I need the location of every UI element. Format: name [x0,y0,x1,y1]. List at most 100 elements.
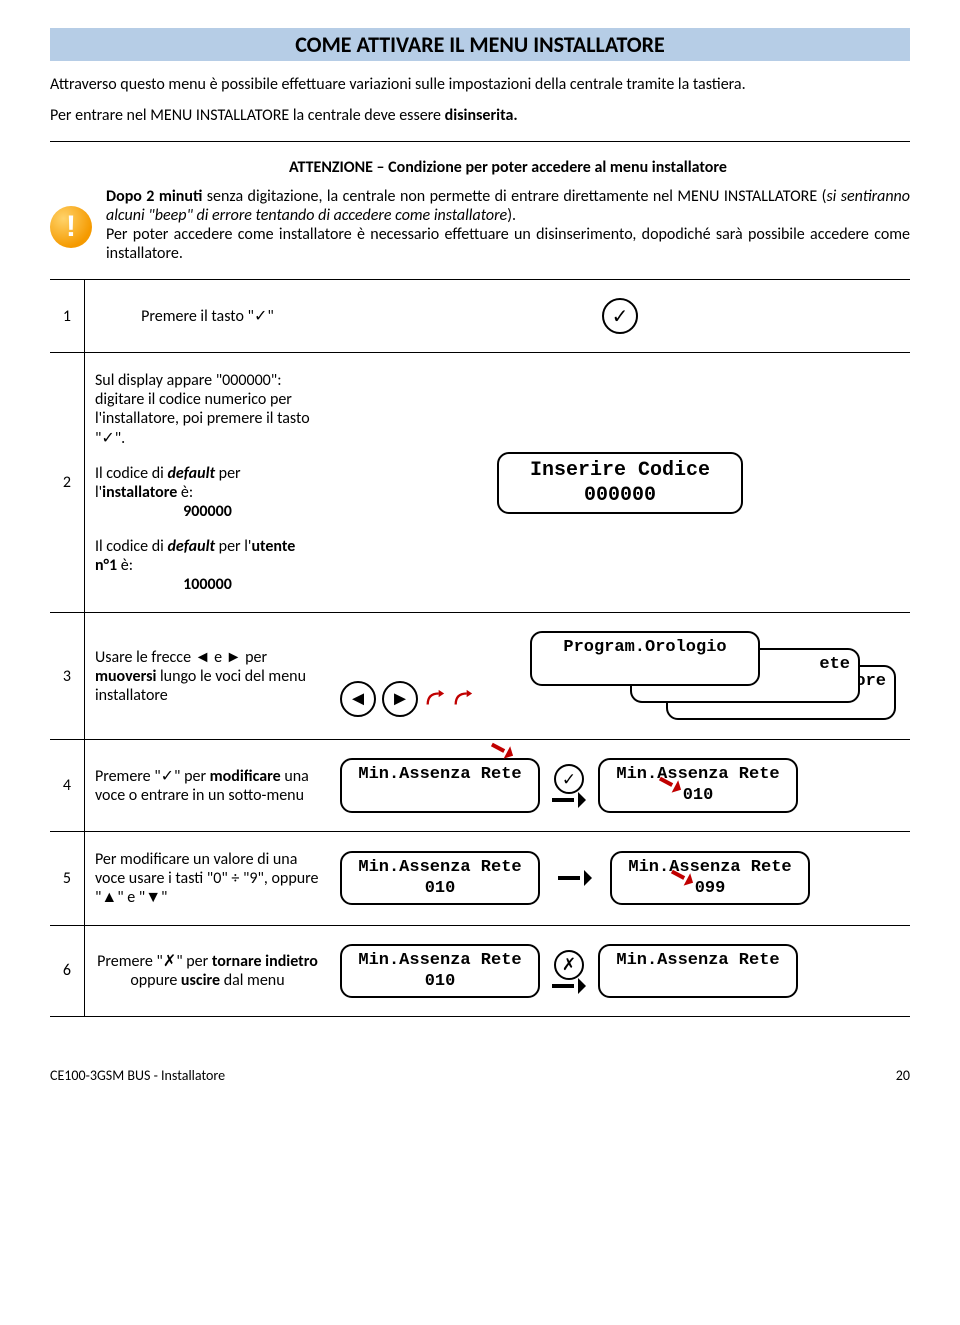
lcd-line2: 010 [608,785,788,806]
page-title: COME ATTIVARE IL MENU INSTALLATORE [50,28,910,61]
warning-icon [50,206,92,248]
warn-p1b: senza digitazione, la centrale non perme… [202,187,826,206]
warn-p1d: ). [507,206,516,225]
step-number: 5 [50,831,84,925]
lcd-line2: 010 [350,878,530,899]
table-row: 3 Usare le frecce ◄ e ► per muoversi lun… [50,613,910,740]
txt: è: [117,556,133,575]
step-3-graphic: ◄ ► ore ete Program.Orologio [330,613,910,740]
step2-block1: Sul display appare "000000": digitare il… [95,371,320,448]
txt: per l' [215,537,251,556]
txt: Premere "✓" per [95,767,210,786]
step-2-desc: Sul display appare "000000": digitare il… [84,353,330,613]
nav-keys: ◄ ► [340,681,474,717]
lcd-line1: Min.Assenza Rete [358,951,521,970]
table-row: 2 Sul display appare "000000": digitare … [50,353,910,613]
step-4-desc: Premere "✓" per modificare una voce o en… [84,740,330,832]
table-row: 4 Premere "✓" per modificare una voce o … [50,740,910,832]
warning-title: ATTENZIONE – Condizione per poter accede… [106,158,910,177]
table-row: 1 Premere il tasto "✓" ✓ [50,280,910,353]
step-5-graphic: Min.Assenza Rete 010 Min.Assenza Rete 09… [330,831,910,925]
lcd-line1: ete [819,655,850,674]
lcd-line1: Min.Assenza Rete [616,765,779,784]
lcd-line1: Inserire Codice [511,458,729,483]
lcd-line1: Min.Assenza Rete [358,765,521,784]
txt: default [167,537,215,556]
intro-paragraph-1: Attraverso questo menu è possibile effet… [50,75,910,94]
lcd-line2: 099 [620,878,800,899]
txt: modificare [210,767,281,786]
step-number: 1 [50,280,84,353]
action-mid: ✗ [546,950,592,992]
warning-text-1: Dopo 2 minuti senza digitazione, la cent… [106,187,910,225]
right-key-icon: ► [382,681,418,717]
page-footer: CE100-3GSM BUS - Installatore 20 [0,1037,960,1094]
txt: Usare le frecce ◄ e ► per [95,648,267,667]
step-2-graphic: Inserire Codice 000000 [330,353,910,613]
arrow-right-icon [552,794,586,806]
step-number: 3 [50,613,84,740]
check-key-icon: ✓ [554,764,584,794]
installer-code: 900000 [95,502,320,521]
lcd-line1: Min.Assenza Rete [358,858,521,877]
table-row: 5 Per modificare un valore di una voce u… [50,831,910,925]
txt: Il codice di [95,464,168,483]
action-mid: ✓ [546,764,592,806]
step2-block2: Il codice di default per l'installatore … [95,464,320,521]
lcd-display: Min.Assenza Rete 010 [598,758,798,813]
lcd-display: Min.Assenza Rete 010 [340,851,540,906]
txt: uscire [181,971,220,990]
arrow-right-icon [558,872,592,884]
step-5-desc: Per modificare un valore di una voce usa… [84,831,330,925]
lcd-line1: Min.Assenza Rete [628,858,791,877]
footer-page-number: 20 [896,1067,910,1084]
txt: è: [177,483,193,502]
lcd-display: Program.Orologio [530,631,760,686]
step-6-graphic: Min.Assenza Rete 010 ✗ Min.Assenza Rete [330,925,910,1017]
lcd-line1: Min.Assenza Rete [616,951,779,970]
curved-arrow-icon [424,688,446,710]
lcd-display: Min.Assenza Rete 099 [610,851,810,906]
txt: Il codice di [95,537,168,556]
txt: oppure [130,971,181,990]
txt: dal menu [220,971,285,990]
cross-key-icon: ✗ [554,950,584,980]
step-1-graphic: ✓ [330,280,910,353]
lcd-stack: ore ete Program.Orologio [530,631,900,721]
txt: tornare indietro [212,952,318,971]
step-number: 2 [50,353,84,613]
step-4-graphic: Min.Assenza Rete ✓ Min.Assenza Rete 010 [330,740,910,832]
txt: installatore [102,483,177,502]
table-row: 6 Premere "✗" per tornare indietro oppur… [50,925,910,1017]
warning-box: ATTENZIONE – Condizione per poter accede… [50,158,910,263]
lcd-display: Min.Assenza Rete [598,944,798,999]
step-3-desc: Usare le frecce ◄ e ► per muoversi lungo… [84,613,330,740]
divider [50,141,910,142]
txt: muoversi [95,667,156,686]
user-code: 100000 [95,575,320,594]
step-number: 6 [50,925,84,1017]
footer-left: CE100-3GSM BUS - Installatore [50,1067,225,1084]
intro2-bold: disinserita. [445,106,518,125]
intro-paragraph-2: Per entrare nel MENU INSTALLATORE la cen… [50,106,910,125]
intro2-pre: Per entrare nel MENU INSTALLATORE la cen… [50,106,445,125]
step-number: 4 [50,740,84,832]
lcd-line2: 000000 [511,483,729,508]
txt: default [167,464,215,483]
step-6-desc: Premere "✗" per tornare indietro oppure … [84,925,330,1017]
left-key-icon: ◄ [340,681,376,717]
step2-block3: Il codice di default per l'utente n°1 è:… [95,537,320,594]
lcd-display: Min.Assenza Rete 010 [340,944,540,999]
step-1-desc: Premere il tasto "✓" [84,280,330,353]
warn-p1a: Dopo 2 minuti [106,187,202,206]
lcd-display: Min.Assenza Rete [340,758,540,813]
check-key-icon: ✓ [602,298,638,334]
lcd-line2: 010 [350,971,530,992]
warning-text-2: Per poter accedere come installatore è n… [106,225,910,263]
curved-arrow-icon [452,688,474,710]
arrow-right-icon [552,980,586,992]
lcd-display: Inserire Codice 000000 [497,452,743,514]
steps-table: 1 Premere il tasto "✓" ✓ 2 Sul display a… [50,279,910,1017]
lcd-line1: Program.Orologio [563,638,726,657]
txt: Premere "✗" per [97,952,212,971]
